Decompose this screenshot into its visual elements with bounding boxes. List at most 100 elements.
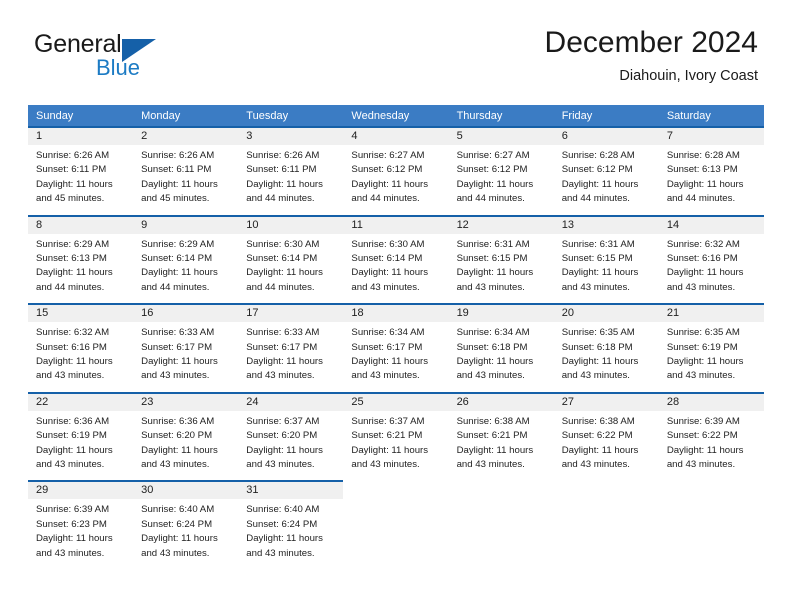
day-info: Sunrise: 6:29 AM Sunset: 6:13 PM Daylight:… xyxy=(28,234,133,296)
day-sunset-text: Sunset: 6:14 PM xyxy=(351,253,423,264)
day-cell[interactable]: 29 Sunrise: 6:39 AM Sunset: 6:23 PM Dayligh… xyxy=(28,480,134,569)
day-cell[interactable]: 23 Sunrise: 6:36 AM Sunset: 6:20 PM Dayligh… xyxy=(133,391,239,481)
day-daylight-text: and 43 minutes. xyxy=(36,547,105,559)
page-title: December 2024 xyxy=(544,26,758,59)
page-header: General Blue December 2024 Diahouin, Ivo… xyxy=(28,24,764,96)
day-number: 22 xyxy=(28,393,134,411)
day-daylight-text: Daylight: 11 hours xyxy=(666,178,744,190)
day-number: 4 xyxy=(343,128,449,145)
day-sunset-text: Sunset: 6:17 PM xyxy=(246,341,318,353)
day-cell[interactable]: 20 Sunrise: 6:35 AM Sunset: 6:18 PM Dayligh… xyxy=(553,303,659,392)
day-cell[interactable]: 30 Sunrise: 6:40 AM Sunset: 6:24 PM Dayligh… xyxy=(133,480,239,569)
day-sunset-text: Sunset: 6:22 PM xyxy=(666,430,738,442)
day-daylight-text: Daylight: 11 hours xyxy=(561,178,639,190)
day-daylight-text: and 43 minutes. xyxy=(141,547,210,559)
day-daylight-text: Daylight: 11 hours xyxy=(561,444,639,456)
day-daylight-text: and 43 minutes. xyxy=(141,370,210,382)
day-cell[interactable]: 12 Sunrise: 6:31 AM Sunset: 6:15 PM Dayligh… xyxy=(448,214,554,304)
general-blue-logo[interactable]: General Blue xyxy=(34,30,224,88)
day-info: Sunrise: 6:40 AM Sunset: 6:24 PM Daylight:… xyxy=(133,499,238,561)
day-cell[interactable]: 15 Sunrise: 6:32 AM Sunset: 6:16 PM Dayligh… xyxy=(28,303,134,392)
day-cell[interactable]: 14 Sunrise: 6:32 AM Sunset: 6:16 PM Dayligh… xyxy=(658,214,764,304)
empty-cell xyxy=(449,480,554,569)
day-cell[interactable]: 16 Sunrise: 6:33 AM Sunset: 6:17 PM Dayligh… xyxy=(133,303,239,392)
day-info: Sunrise: 6:35 AM Sunset: 6:19 PM Daylight:… xyxy=(659,322,764,384)
day-cell[interactable]: 18 Sunrise: 6:34 AM Sunset: 6:17 PM Dayligh… xyxy=(343,303,449,392)
day-sunset-text: Sunset: 6:12 PM xyxy=(351,164,423,176)
weekday-header-thursday: Thursday xyxy=(456,110,503,122)
day-info: Sunrise: 6:36 AM Sunset: 6:20 PM Daylight:… xyxy=(133,411,238,473)
day-cell[interactable]: 19 Sunrise: 6:34 AM Sunset: 6:18 PM Dayligh… xyxy=(448,303,554,392)
day-info: Sunrise: 6:36 AM Sunset: 6:19 PM Daylight:… xyxy=(28,411,133,473)
day-info: Sunrise: 6:31 AM Sunset: 6:15 PM Daylight:… xyxy=(449,234,554,296)
day-number: 27 xyxy=(553,393,659,411)
day-cell[interactable]: 21 Sunrise: 6:35 AM Sunset: 6:19 PM Dayligh… xyxy=(658,303,764,392)
day-cell[interactable]: 11 Sunrise: 6:30 AM Sunset: 6:14 PM Dayligh… xyxy=(343,214,449,304)
day-sunrise-text: Sunrise: 6:26 AM xyxy=(36,150,110,161)
day-cell[interactable]: 31 Sunrise: 6:40 AM Sunset: 6:24 PM Dayligh… xyxy=(238,480,344,569)
day-number: 19 xyxy=(448,305,554,323)
day-daylight-text: and 43 minutes. xyxy=(351,370,420,382)
calendar-weeks: 1 Sunrise: 6:26 AM Sunset: 6:11 PM Daylight… xyxy=(28,126,764,569)
day-cell[interactable]: 4 Sunrise: 6:27 AM Sunset: 6:12 PM Daylight… xyxy=(343,126,449,215)
day-sunrise-text: Sunrise: 6:28 AM xyxy=(666,150,740,161)
day-cell[interactable]: 5 Sunrise: 6:27 AM Sunset: 6:12 PM Daylight… xyxy=(448,126,554,215)
day-sunrise-text: Sunrise: 6:29 AM xyxy=(141,238,215,250)
day-cell[interactable]: 27 Sunrise: 6:38 AM Sunset: 6:22 PM Dayligh… xyxy=(553,391,659,481)
week-row: 29 Sunrise: 6:39 AM Sunset: 6:23 PM Dayligh… xyxy=(28,480,764,569)
day-daylight-text: and 45 minutes. xyxy=(141,193,210,205)
day-number: 11 xyxy=(343,216,449,234)
day-info: Sunrise: 6:27 AM Sunset: 6:12 PM Daylight:… xyxy=(449,145,554,207)
week-row: 15 Sunrise: 6:32 AM Sunset: 6:16 PM Dayligh… xyxy=(28,303,764,392)
day-daylight-text: Daylight: 11 hours xyxy=(141,267,218,279)
day-cell[interactable]: 7 Sunrise: 6:28 AM Sunset: 6:13 PM Daylight… xyxy=(658,126,764,215)
day-cell[interactable]: 26 Sunrise: 6:38 AM Sunset: 6:21 PM Dayligh… xyxy=(448,391,554,481)
day-cell[interactable]: 10 Sunrise: 6:30 AM Sunset: 6:14 PM Dayligh… xyxy=(238,214,344,304)
day-sunset-text: Sunset: 6:14 PM xyxy=(141,253,213,264)
day-cell[interactable]: 13 Sunrise: 6:31 AM Sunset: 6:15 PM Dayligh… xyxy=(553,214,659,304)
day-daylight-text: Daylight: 11 hours xyxy=(141,178,218,190)
day-cell[interactable]: 6 Sunrise: 6:28 AM Sunset: 6:12 PM Daylight… xyxy=(553,126,659,215)
day-daylight-text: and 43 minutes. xyxy=(246,370,315,382)
day-sunset-text: Sunset: 6:15 PM xyxy=(456,253,528,264)
day-daylight-text: and 44 minutes. xyxy=(36,281,105,293)
day-sunset-text: Sunset: 6:15 PM xyxy=(561,253,633,264)
day-cell[interactable]: 25 Sunrise: 6:37 AM Sunset: 6:21 PM Dayligh… xyxy=(343,391,449,481)
day-number: 1 xyxy=(28,128,134,145)
day-number: 10 xyxy=(238,216,344,234)
day-daylight-text: and 43 minutes. xyxy=(351,459,420,470)
day-sunrise-text: Sunrise: 6:36 AM xyxy=(141,415,215,427)
day-cell[interactable]: 1 Sunrise: 6:26 AM Sunset: 6:11 PM Daylight… xyxy=(28,126,134,215)
day-cell[interactable]: 9 Sunrise: 6:29 AM Sunset: 6:14 PM Daylight… xyxy=(133,214,239,304)
week-row: 1 Sunrise: 6:26 AM Sunset: 6:11 PM Daylight… xyxy=(28,126,764,215)
day-sunset-text: Sunset: 6:12 PM xyxy=(456,164,528,176)
day-sunrise-text: Sunrise: 6:32 AM xyxy=(666,238,740,250)
day-sunrise-text: Sunrise: 6:31 AM xyxy=(456,238,530,250)
calendar-page: General Blue December 2024 Diahouin, Ivo… xyxy=(0,0,792,612)
day-info: Sunrise: 6:33 AM Sunset: 6:17 PM Daylight:… xyxy=(133,322,238,384)
day-sunrise-text: Sunrise: 6:28 AM xyxy=(561,150,635,161)
day-daylight-text: and 43 minutes. xyxy=(141,459,210,470)
day-daylight-text: and 44 minutes. xyxy=(141,281,210,293)
day-sunset-text: Sunset: 6:20 PM xyxy=(141,430,213,442)
day-cell[interactable]: 8 Sunrise: 6:29 AM Sunset: 6:13 PM Daylight… xyxy=(28,214,134,304)
day-daylight-text: and 43 minutes. xyxy=(246,459,315,470)
day-sunset-text: Sunset: 6:21 PM xyxy=(351,430,423,442)
day-number: 8 xyxy=(28,216,134,234)
day-info: Sunrise: 6:30 AM Sunset: 6:14 PM Daylight:… xyxy=(238,234,343,296)
day-sunset-text: Sunset: 6:23 PM xyxy=(36,518,107,530)
day-cell[interactable]: 28 Sunrise: 6:39 AM Sunset: 6:22 PM Dayligh… xyxy=(658,391,764,481)
day-cell[interactable]: 3 Sunrise: 6:26 AM Sunset: 6:11 PM Daylight… xyxy=(238,126,344,215)
day-daylight-text: and 43 minutes. xyxy=(456,370,525,382)
day-cell[interactable]: 2 Sunrise: 6:26 AM Sunset: 6:11 PM Daylight… xyxy=(133,126,239,215)
weekday-header-friday: Friday xyxy=(561,110,593,122)
day-daylight-text: Daylight: 11 hours xyxy=(141,533,218,545)
day-sunrise-text: Sunrise: 6:31 AM xyxy=(561,238,635,250)
day-cell[interactable]: 17 Sunrise: 6:33 AM Sunset: 6:17 PM Dayligh… xyxy=(238,303,344,392)
day-number: 24 xyxy=(238,393,344,411)
day-cell[interactable]: 22 Sunrise: 6:36 AM Sunset: 6:19 PM Dayligh… xyxy=(28,391,134,481)
page-subtitle: Diahouin, Ivory Coast xyxy=(619,68,758,84)
day-cell[interactable]: 24 Sunrise: 6:37 AM Sunset: 6:20 PM Dayligh… xyxy=(238,391,344,481)
day-info: Sunrise: 6:28 AM Sunset: 6:13 PM Daylight:… xyxy=(659,145,764,207)
day-sunrise-text: Sunrise: 6:35 AM xyxy=(666,327,740,339)
